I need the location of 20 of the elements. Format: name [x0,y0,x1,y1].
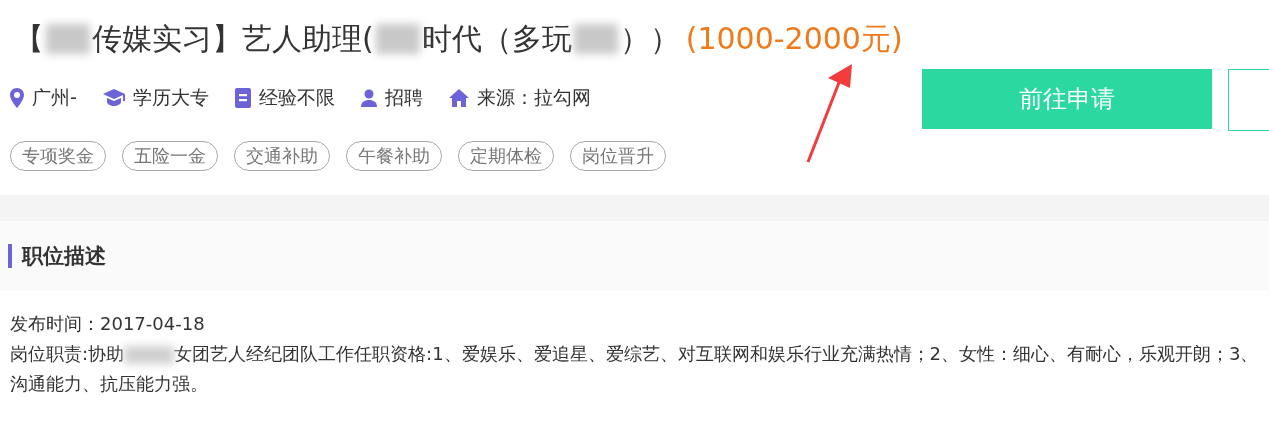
job-detail: 经验不限 [258,84,335,110]
person-icon [360,88,377,107]
section-heading: 职位描述 [22,243,106,270]
job-detail: 招聘 [384,84,423,110]
redaction-blur [375,24,420,54]
document-icon [234,87,251,108]
job-title: 【 传媒实习】艺人助理( 时代（多玩 ）） (1000-2000元) [13,19,904,58]
home-icon [448,88,469,107]
job-detail: 广州- [32,84,77,110]
post-date: 发布时间：2017-04-18 [10,312,206,336]
redaction-blur [573,24,618,54]
redaction-blur [46,24,90,54]
secondary-button[interactable] [1228,69,1269,131]
map-pin-icon [10,87,24,108]
job-description: 岗位职责:协助 女团艺人经纪团队工作任职资格:1、爱娱乐、爱追星、爱综艺、对互联网和娱乐行业充满热情；2、女性：细心、有耐心，乐观开朗；3、沟通能力、抗压能力强。 [10,342,1259,396]
apply-button[interactable]: 前往申请 [922,69,1212,129]
graduation-cap-icon [102,88,125,107]
job-detail: 学历大专 [132,84,209,110]
redaction-blur [124,346,175,364]
job-detail: 来源：拉勾网 [476,84,591,110]
